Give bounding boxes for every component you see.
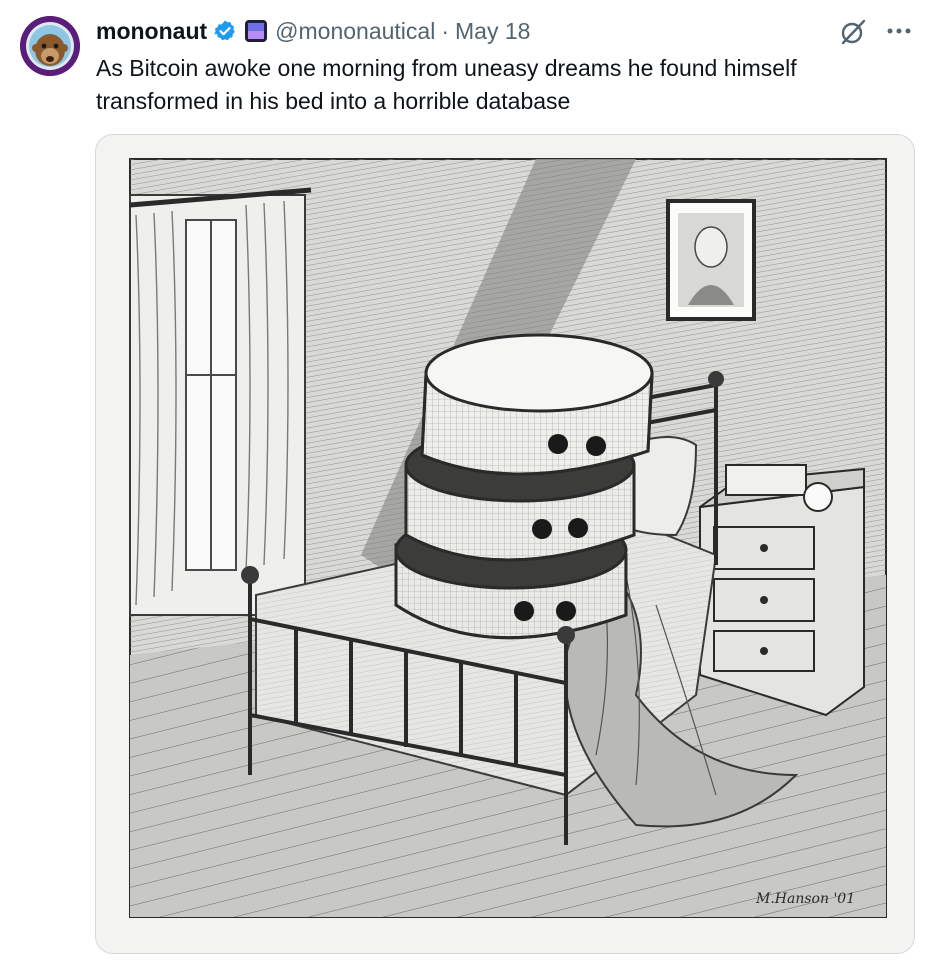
bedroom-illustration: M.Hanson '01 (96, 135, 914, 953)
avatar[interactable] (20, 16, 80, 76)
tweet: mononaut @mononautical · May 18 As Bitco… (0, 0, 934, 976)
more-options-icon[interactable] (884, 20, 914, 42)
database-figure (394, 333, 654, 640)
tweet-media-image[interactable]: M.Hanson '01 (95, 134, 915, 954)
header-separator: · (441, 17, 449, 44)
tweet-header: mononaut @mononautical · May 18 (96, 14, 530, 48)
display-name[interactable]: mononaut (96, 18, 207, 45)
artist-signature: M.Hanson '01 (755, 891, 855, 907)
affiliation-badge-icon[interactable] (245, 20, 268, 42)
tweet-text: As Bitcoin awoke one morning from uneasy… (96, 55, 797, 114)
avatar-image (20, 16, 80, 76)
post-date[interactable]: May 18 (455, 18, 530, 45)
user-handle[interactable]: @mononautical (275, 18, 435, 45)
grok-icon[interactable] (838, 17, 868, 47)
verified-badge-icon (213, 19, 237, 43)
